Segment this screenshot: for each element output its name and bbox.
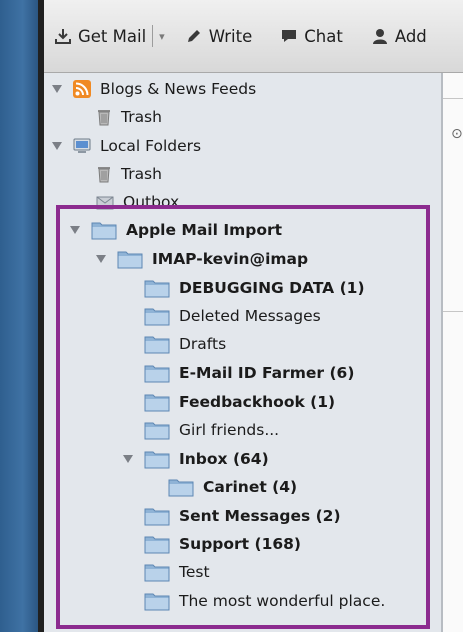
folder-icon [144,392,170,412]
collapse-triangle-icon[interactable] [120,451,136,467]
person-icon [371,27,389,45]
folder-carinet[interactable]: Carinet (4) [168,474,297,500]
folder-debugging-data[interactable]: DEBUGGING DATA (1) [144,275,365,301]
outbox-icon [96,194,114,210]
folder-icon [144,278,170,298]
folder-email-id-farmer[interactable]: E-Mail ID Farmer (6) [144,360,354,386]
folder-local-trash[interactable]: Trash [96,161,162,187]
folder-blogs-news-feeds[interactable]: Blogs & News Feeds [49,76,256,102]
thunderbird-window: Get Mail ▾ Write Chat Add ⊙ Blogs & News… [0,0,463,632]
folder-label: Blogs & News Feeds [100,80,257,98]
get-mail-dropdown-icon[interactable]: ▾ [159,30,165,43]
pencil-icon [185,27,203,45]
folder-icon [144,562,170,582]
folder-feeds-trash[interactable]: Trash [96,104,162,130]
rss-icon [73,80,91,98]
get-mail-label: Get Mail [78,26,147,46]
folder-girl-friends[interactable]: Girl friends... [144,417,279,443]
collapse-triangle-icon[interactable] [49,81,65,97]
folder-label: Outbox [123,193,180,211]
search-icon[interactable]: ⊙ [451,126,463,142]
folder-deleted-messages[interactable]: Deleted Messages [144,303,321,329]
chat-button[interactable]: Chat [280,21,343,51]
message-list-line [443,311,463,312]
desktop-edge [0,0,38,632]
folder-label: Deleted Messages [179,307,321,325]
download-icon [54,27,72,45]
folder-icon [144,420,170,440]
folder-label: DEBUGGING DATA (1) [179,279,365,297]
folder-drafts[interactable]: Drafts [144,331,226,357]
collapse-triangle-icon[interactable] [93,251,109,267]
folder-label: Local Folders [100,137,202,155]
folder-label: Support (168) [179,535,302,553]
folder-icon [144,363,170,383]
folder-label: Apple Mail Import [126,221,283,239]
folder-icon [144,306,170,326]
collapse-triangle-icon[interactable] [67,222,83,238]
address-book-label: Add [394,26,427,46]
folder-icon [144,534,170,554]
write-label: Write [208,26,253,46]
folder-label: The most wonderful place. [179,592,386,610]
folder-icon [144,591,170,611]
folder-label: Sent Messages (2) [179,507,341,525]
folder-outbox[interactable]: Outbox [96,189,179,215]
main-toolbar: Get Mail ▾ Write Chat Add [44,0,463,73]
folder-label: Test [179,563,210,581]
folder-label: Carinet (4) [203,478,298,496]
folder-imap-account[interactable]: IMAP-kevin@imap [93,246,308,272]
folder-icon [91,220,117,240]
folder-icon [168,477,194,497]
address-book-button[interactable]: Add [371,21,427,51]
trash-icon [96,165,112,183]
trash-icon [96,108,112,126]
folder-icon [144,334,170,354]
folder-label: Inbox (64) [179,450,269,468]
folder-label: IMAP-kevin@imap [152,250,309,268]
folder-label: Trash [121,165,162,183]
folder-label: Feedbackhook (1) [179,393,336,411]
folder-feedbackhook[interactable]: Feedbackhook (1) [144,389,335,415]
folder-icon [144,506,170,526]
folder-apple-mail-import[interactable]: Apple Mail Import [67,217,282,243]
folder-local-folders[interactable]: Local Folders [49,133,201,159]
toolbar-separator [152,25,154,47]
folder-label: Girl friends... [179,421,280,439]
folder-label: Drafts [179,335,227,353]
folder-test[interactable]: Test [144,559,210,585]
folder-sent-messages[interactable]: Sent Messages (2) [144,503,341,529]
folder-icon [117,249,143,269]
chat-label: Chat [304,26,343,46]
chat-bubble-icon [280,27,298,45]
get-mail-button[interactable]: Get Mail [54,21,146,51]
folder-icon [144,449,170,469]
collapse-triangle-icon[interactable] [49,138,65,154]
folder-label: Trash [121,108,162,126]
folder-label: E-Mail ID Farmer (6) [179,364,355,382]
folder-support[interactable]: Support (168) [144,531,301,557]
folder-inbox[interactable]: Inbox (64) [120,446,269,472]
message-list-line [443,98,463,99]
write-button[interactable]: Write [185,21,253,51]
message-list-edge [443,73,463,632]
folder-wonderful-place[interactable]: The most wonderful place. [144,588,385,614]
computer-icon [73,137,91,155]
